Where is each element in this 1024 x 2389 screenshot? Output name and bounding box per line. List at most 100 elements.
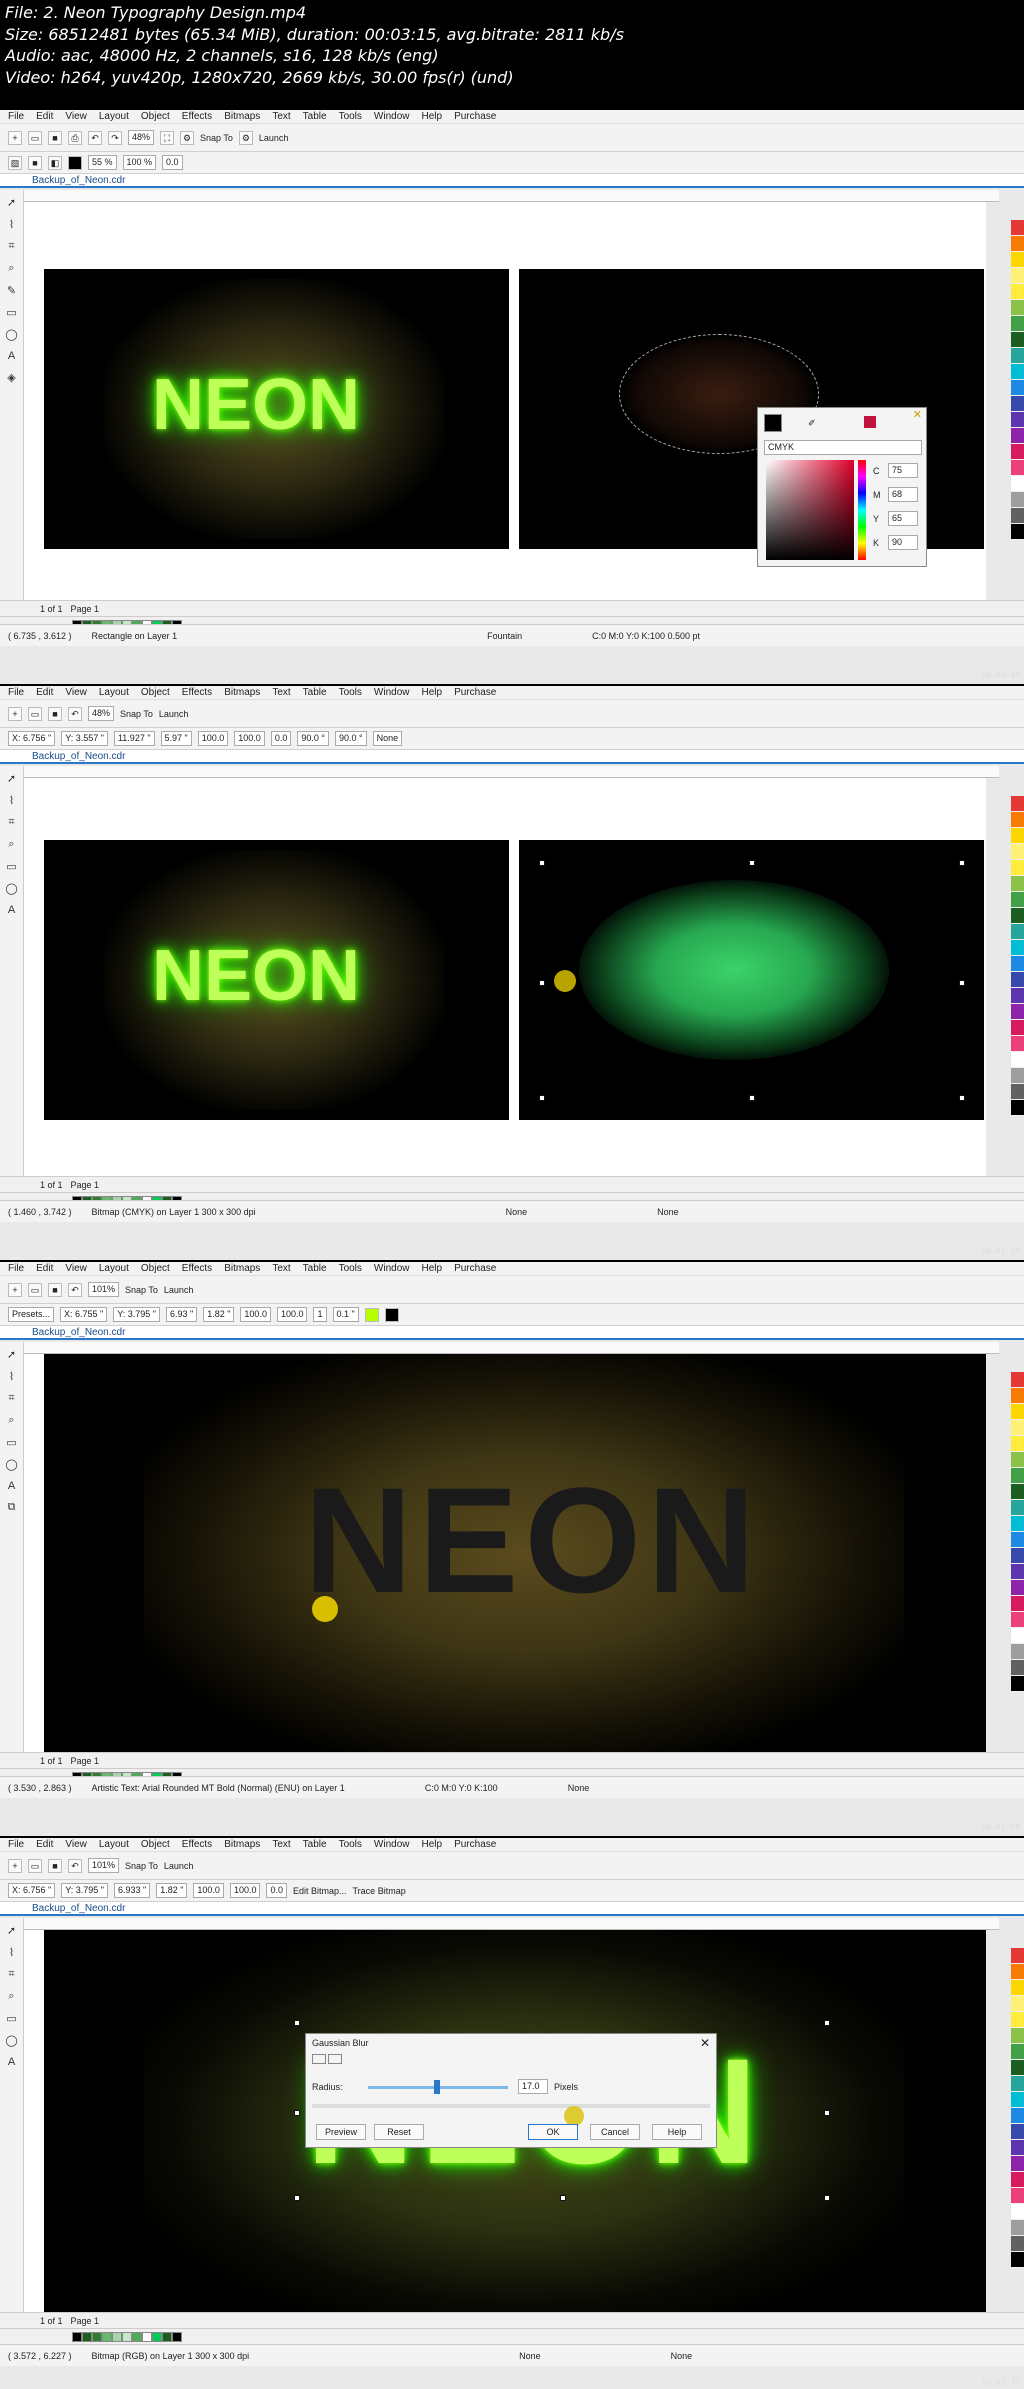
end-angle-field[interactable]: 90.0 ° xyxy=(334,731,367,746)
zoom-select[interactable]: 48% xyxy=(128,130,155,145)
menu-table[interactable]: Table xyxy=(303,111,327,122)
menu-help[interactable]: Help xyxy=(422,1839,443,1850)
zoom-select[interactable]: 101% xyxy=(88,1282,120,1297)
rotation-field[interactable]: 0.0 xyxy=(266,1883,287,1898)
palette-swatch[interactable] xyxy=(1011,332,1024,348)
palette-swatch[interactable] xyxy=(1011,1068,1024,1084)
palette-swatch[interactable] xyxy=(1011,428,1024,444)
y-field[interactable]: 65 xyxy=(888,511,918,526)
palette-swatch[interactable] xyxy=(1011,2156,1024,2172)
palette-swatch[interactable] xyxy=(1011,956,1024,972)
zoom-select[interactable]: 48% xyxy=(88,706,115,721)
menu-purchase[interactable]: Purchase xyxy=(454,1263,496,1274)
menu-table[interactable]: Table xyxy=(303,1839,327,1850)
trace-bitmap-button[interactable]: Trace Bitmap xyxy=(353,1886,406,1896)
selection-handle[interactable] xyxy=(539,980,545,986)
zoom-tool-icon[interactable]: ⌕ xyxy=(8,838,14,851)
palette-swatch[interactable] xyxy=(1011,2108,1024,2124)
palette-swatch[interactable] xyxy=(1011,1564,1024,1580)
menu-table[interactable]: Table xyxy=(303,1263,327,1274)
blurred-green-ellipse[interactable] xyxy=(579,880,889,1060)
menu-layout[interactable]: Layout xyxy=(99,687,129,698)
shape-tool-icon[interactable]: ⌇ xyxy=(9,218,14,231)
palette-swatch[interactable] xyxy=(1011,284,1024,300)
shape-tool-icon[interactable]: ⌇ xyxy=(9,1946,14,1959)
document-swatch[interactable] xyxy=(112,2331,122,2342)
palette-swatch[interactable] xyxy=(1011,1948,1024,1964)
outline-color-swatch[interactable] xyxy=(384,1307,399,1322)
m-field[interactable]: 68 xyxy=(888,487,918,502)
selection-handle[interactable] xyxy=(824,2195,830,2201)
menu-window[interactable]: Window xyxy=(374,1839,410,1850)
crop-tool-icon[interactable]: ⌗ xyxy=(8,240,14,253)
text-tool-icon[interactable]: A xyxy=(8,1480,15,1492)
palette-swatch[interactable] xyxy=(1011,2124,1024,2140)
document-swatch[interactable] xyxy=(92,2331,102,2342)
scale-y-field[interactable]: 100.0 xyxy=(229,1883,261,1898)
eyedropper-icon[interactable]: ✐ xyxy=(808,418,816,429)
selection-handle[interactable] xyxy=(749,860,755,866)
menu-file[interactable]: File xyxy=(8,687,24,698)
save-icon[interactable]: ■ xyxy=(48,130,62,145)
palette-swatch[interactable] xyxy=(1011,252,1024,268)
document-swatch[interactable] xyxy=(102,2331,112,2342)
palette-swatch[interactable] xyxy=(1011,844,1024,860)
height-field[interactable]: 1.82 " xyxy=(203,1307,235,1322)
rectangle-tool-icon[interactable]: ▭ xyxy=(6,860,16,873)
palette-swatch[interactable] xyxy=(1011,1596,1024,1612)
drawing-canvas[interactable]: NEON xyxy=(24,778,986,1190)
c-field[interactable]: 75 xyxy=(888,463,918,478)
palette-swatch[interactable] xyxy=(1011,444,1024,460)
palette-swatch[interactable] xyxy=(1011,2012,1024,2028)
ellipse-tool-icon[interactable]: ◯ xyxy=(5,328,17,341)
palette-swatch[interactable] xyxy=(1011,1484,1024,1500)
scale-x-field[interactable]: 100.0 xyxy=(193,1883,224,1898)
close-icon[interactable]: ✕ xyxy=(913,408,922,421)
zoom-tool-icon[interactable]: ⌕ xyxy=(8,1990,14,2003)
radius-field[interactable]: 17.0 xyxy=(518,2079,548,2094)
edit-bitmap-button[interactable]: Edit Bitmap... xyxy=(293,1886,347,1896)
palette-swatch[interactable] xyxy=(1011,1388,1024,1404)
menu-tools[interactable]: Tools xyxy=(339,1839,362,1850)
palette-swatch[interactable] xyxy=(1011,2140,1024,2156)
x-field[interactable]: X: 6.756 " xyxy=(8,731,56,746)
selection-handle[interactable] xyxy=(539,1095,545,1101)
palette-swatch[interactable] xyxy=(1011,1036,1024,1052)
palette-swatch[interactable] xyxy=(1011,1436,1024,1452)
menu-effects[interactable]: Effects xyxy=(182,111,212,122)
selection-handle[interactable] xyxy=(560,2195,566,2201)
palette-swatch[interactable] xyxy=(1011,1964,1024,1980)
snap-to-label[interactable]: Snap To xyxy=(120,709,153,719)
palette-swatch[interactable] xyxy=(1011,2028,1024,2044)
y-field[interactable]: Y: 3.795 " xyxy=(113,1307,160,1322)
dark-neon-text[interactable]: NEON xyxy=(304,1454,761,1627)
open-icon[interactable]: ▭ xyxy=(28,1858,42,1873)
color-swatch-icon[interactable] xyxy=(68,155,82,170)
snap-to-label[interactable]: Snap To xyxy=(200,133,233,143)
new-icon[interactable]: + xyxy=(8,1282,22,1297)
document-swatch[interactable] xyxy=(142,2331,152,2342)
menu-object[interactable]: Object xyxy=(141,111,170,122)
palette-swatch[interactable] xyxy=(1011,2044,1024,2060)
palette-swatch[interactable] xyxy=(1011,492,1024,508)
preview-button[interactable]: Preview xyxy=(316,2124,366,2140)
gear-icon[interactable]: ⚙ xyxy=(180,130,195,145)
palette-swatch[interactable] xyxy=(1011,460,1024,476)
palette-swatch[interactable] xyxy=(1011,876,1024,892)
color-chip[interactable] xyxy=(864,416,876,428)
menu-view[interactable]: View xyxy=(65,1839,87,1850)
width-field[interactable]: 6.933 " xyxy=(113,1883,151,1898)
launch-label[interactable]: Launch xyxy=(164,1285,194,1295)
rectangle-tool-icon[interactable]: ▭ xyxy=(6,306,16,319)
crop-tool-icon[interactable]: ⌗ xyxy=(8,1392,14,1405)
palette-swatch[interactable] xyxy=(1011,236,1024,252)
menu-view[interactable]: View xyxy=(65,1263,87,1274)
menu-view[interactable]: View xyxy=(65,111,87,122)
undo-icon[interactable]: ↶ xyxy=(88,130,102,145)
palette-swatch[interactable] xyxy=(1011,1532,1024,1548)
selection-handle[interactable] xyxy=(749,1095,755,1101)
ellipse-tool-icon[interactable]: ◯ xyxy=(5,882,17,895)
selection-handle[interactable] xyxy=(959,1095,965,1101)
palette-swatch[interactable] xyxy=(1011,1644,1024,1660)
palette-swatch[interactable] xyxy=(1011,1500,1024,1516)
